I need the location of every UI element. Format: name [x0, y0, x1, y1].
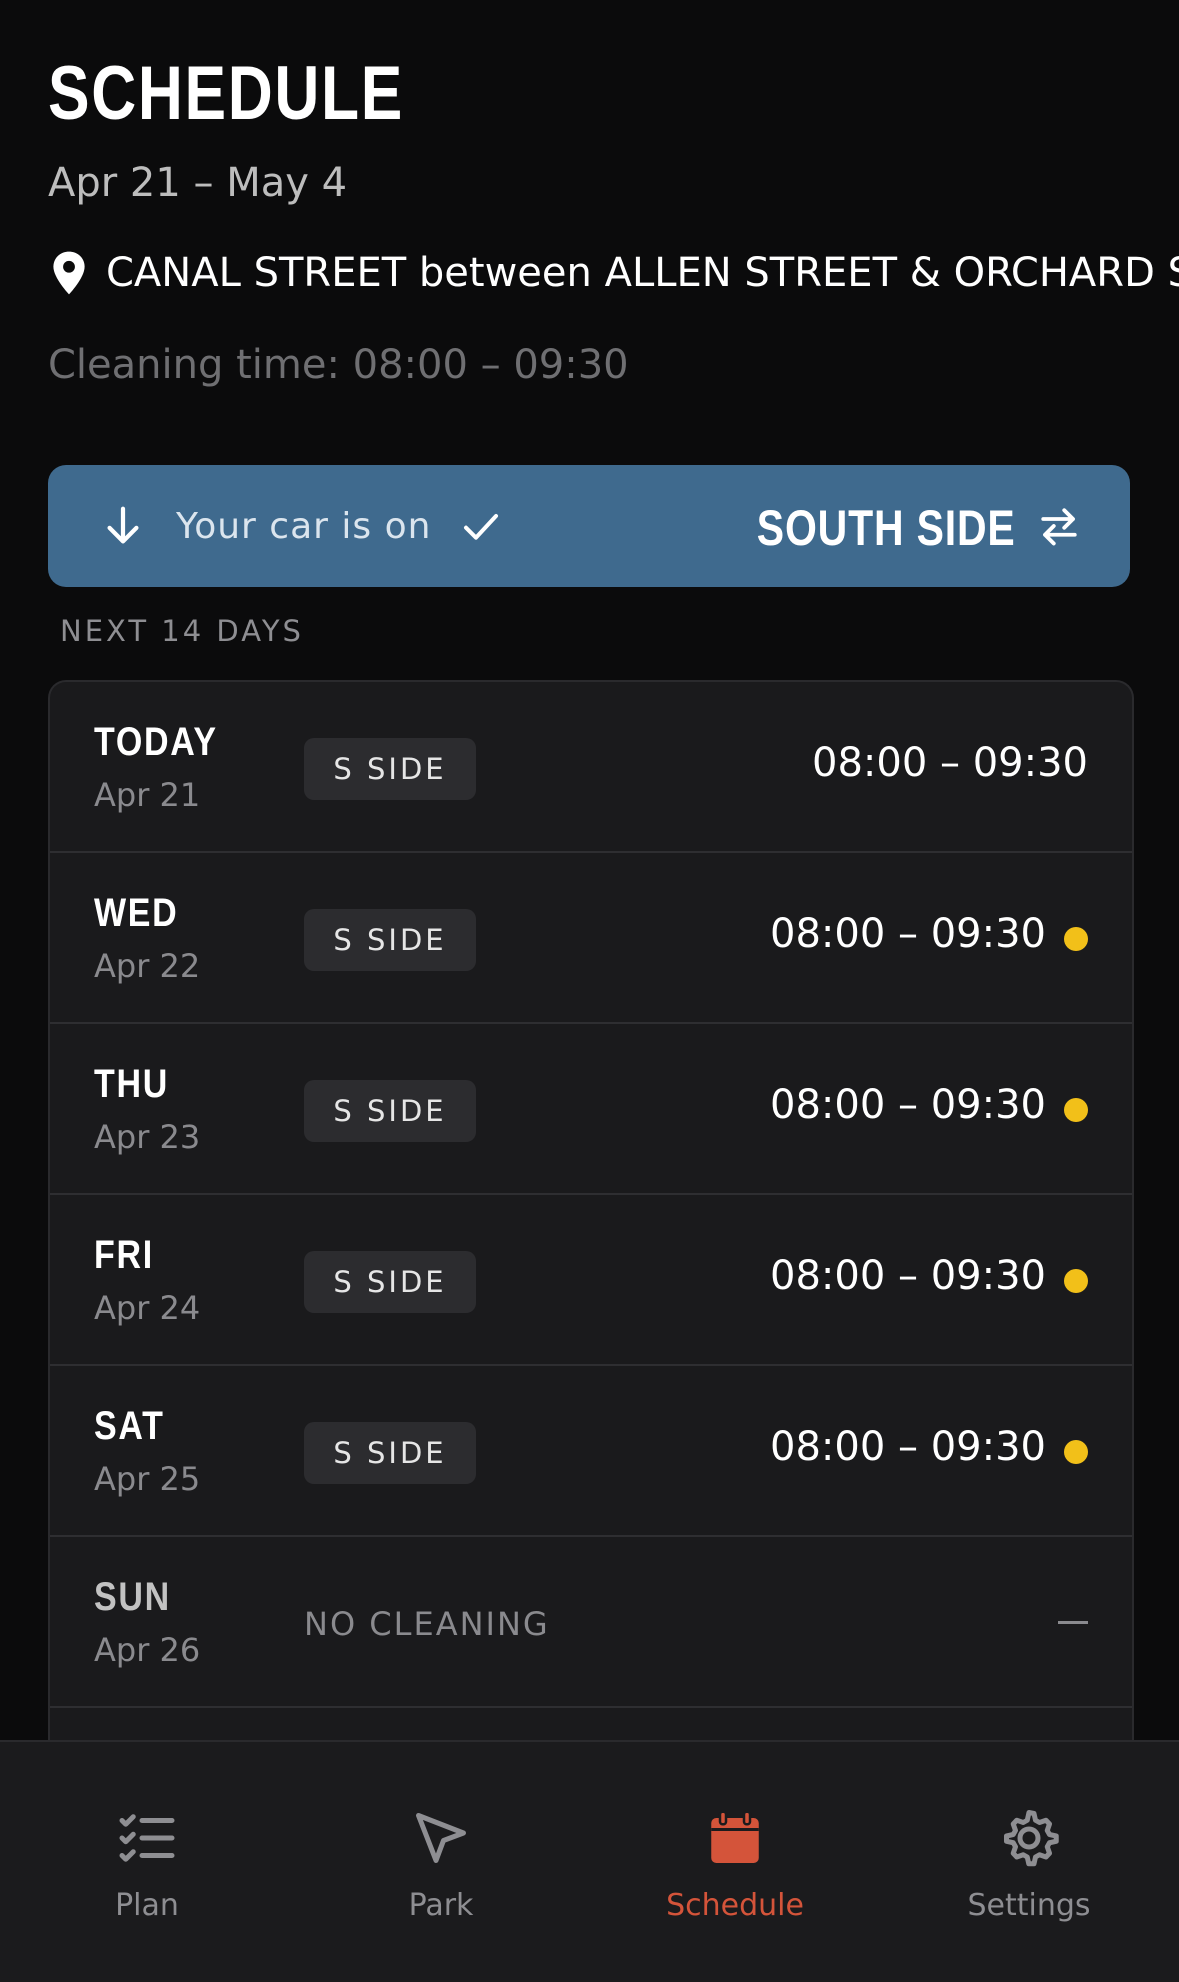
status-dot	[1064, 1098, 1088, 1122]
tab-label: Schedule	[666, 1888, 804, 1923]
checklist-icon	[119, 1814, 175, 1862]
side-badge: S SIDE	[304, 1251, 476, 1313]
schedule-list: TODAY Apr 21 S SIDE 08:00 – 09:30 WED Ap…	[48, 680, 1134, 1742]
day-name: SUN	[94, 1575, 171, 1619]
day-row[interactable]	[50, 1708, 1132, 1742]
tab-bar: Plan Park Schedule Settings	[0, 1740, 1179, 1982]
day-row[interactable]: WED Apr 22 S SIDE 08:00 – 09:30	[50, 853, 1132, 1024]
day-row[interactable]: THU Apr 23 S SIDE 08:00 – 09:30	[50, 1024, 1132, 1195]
cleaning-window: 08:00 – 09:30	[770, 1253, 1046, 1299]
date-range: Apr 21 – May 4	[48, 160, 348, 206]
side-badge: S SIDE	[304, 909, 476, 971]
tab-label: Plan	[115, 1888, 179, 1923]
side-badge: S SIDE	[304, 738, 476, 800]
day-name: THU	[94, 1062, 169, 1106]
day-row[interactable]: SUN Apr 26 NO CLEANING	[50, 1537, 1132, 1708]
check-icon	[464, 514, 499, 540]
car-side-label: Your car is on	[176, 505, 432, 547]
section-label: NEXT 14 DAYS	[60, 614, 304, 648]
car-side-bar[interactable]: Your car is on SOUTH SIDE	[48, 465, 1130, 587]
day-date: Apr 23	[94, 1118, 201, 1156]
day-row[interactable]: TODAY Apr 21 S SIDE 08:00 – 09:30	[50, 682, 1132, 853]
arrow-down-icon	[107, 506, 139, 544]
side-badge: S SIDE	[304, 1422, 476, 1484]
location-pin-icon	[53, 251, 85, 295]
cleaning-window: 08:00 – 09:30	[812, 740, 1088, 786]
day-date: Apr 26	[94, 1631, 201, 1669]
cleaning-window: 08:00 – 09:30	[770, 1424, 1046, 1470]
tab-label: Settings	[967, 1888, 1091, 1923]
location-row[interactable]: CANAL STREET between ALLEN STREET & ORCH…	[48, 250, 1179, 296]
day-name: FRI	[94, 1233, 154, 1277]
swap-icon[interactable]	[1038, 505, 1080, 547]
day-row[interactable]: SAT Apr 25 S SIDE 08:00 – 09:30	[50, 1366, 1132, 1537]
side-badge: S SIDE	[304, 1080, 476, 1142]
tab-plan[interactable]: Plan	[0, 1742, 294, 1982]
day-name: TODAY	[94, 720, 218, 764]
day-date: Apr 21	[94, 776, 201, 814]
day-row[interactable]: FRI Apr 24 S SIDE 08:00 – 09:30	[50, 1195, 1132, 1366]
page-title: SCHEDULE	[48, 51, 404, 136]
tab-label: Park	[408, 1888, 474, 1923]
day-name: WED	[94, 891, 179, 935]
status-dot	[1064, 1269, 1088, 1293]
tab-schedule[interactable]: Schedule	[588, 1742, 882, 1982]
current-side: SOUTH SIDE	[757, 500, 1016, 556]
empty-dash	[1058, 1621, 1088, 1624]
status-dot	[1064, 927, 1088, 951]
status-dot	[1064, 1440, 1088, 1464]
tab-park[interactable]: Park	[294, 1742, 588, 1982]
cleaning-time: Cleaning time: 08:00 – 09:30	[48, 342, 629, 388]
tab-settings[interactable]: Settings	[882, 1742, 1176, 1982]
cleaning-window: 08:00 – 09:30	[770, 911, 1046, 957]
day-date: Apr 25	[94, 1460, 201, 1498]
no-cleaning-label: NO CLEANING	[304, 1605, 550, 1643]
navigation-arrow-icon	[416, 1813, 466, 1863]
gear-icon	[1004, 1810, 1059, 1867]
day-name: SAT	[94, 1404, 165, 1448]
day-date: Apr 22	[94, 947, 201, 985]
day-date: Apr 24	[94, 1289, 201, 1327]
calendar-icon	[711, 1810, 759, 1863]
cleaning-window: 08:00 – 09:30	[770, 1082, 1046, 1128]
location-address: CANAL STREET between ALLEN STREET & ORCH…	[106, 250, 1179, 296]
